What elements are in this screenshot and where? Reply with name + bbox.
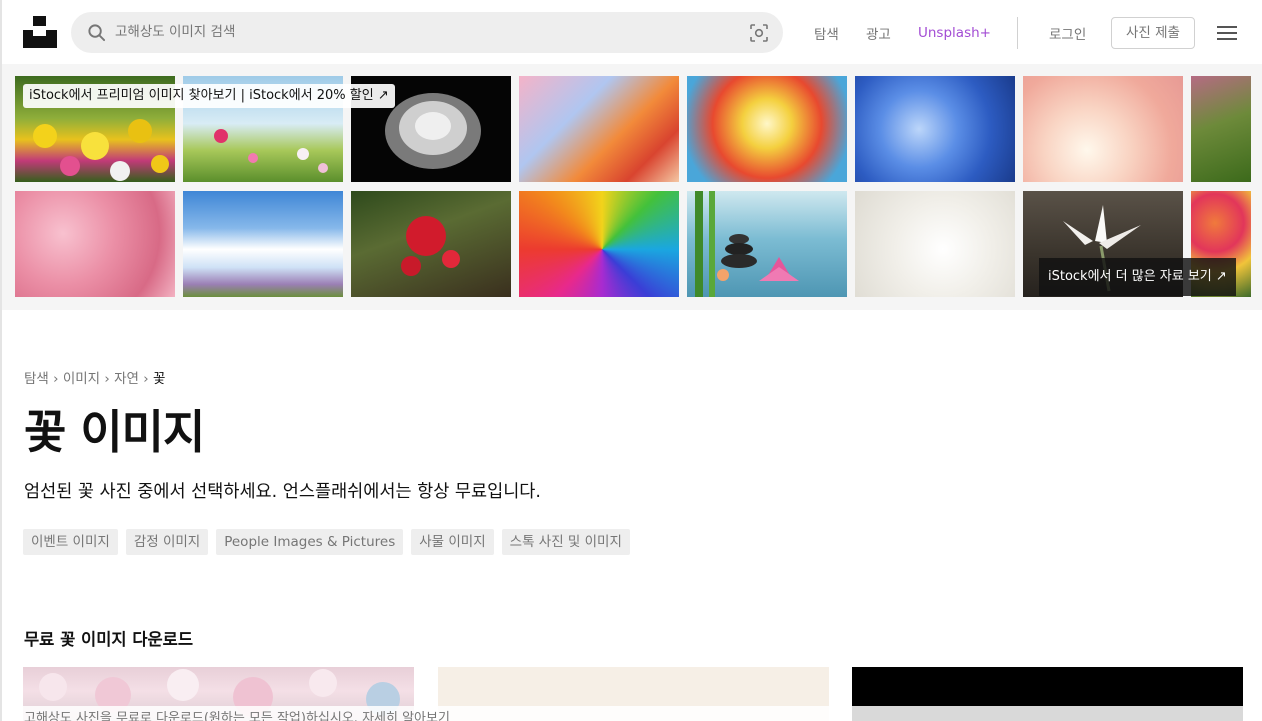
istock-image-tile[interactable] xyxy=(855,191,1015,297)
istock-image-tile[interactable] xyxy=(855,76,1015,182)
nav-advertise-link[interactable]: 광고 xyxy=(866,23,891,43)
istock-image-tile[interactable] xyxy=(351,191,511,297)
nav-unsplash-plus-link[interactable]: Unsplash+ xyxy=(918,25,991,41)
unsplash-logo-icon[interactable] xyxy=(23,16,57,48)
tag-emotion-images[interactable]: 감정 이미지 xyxy=(125,529,209,555)
zen-stones-lotus-image xyxy=(695,191,799,297)
license-note: 고해상도 사진을 무료로 다운로드(원하는 모든 작업)하십시오. 자세히 알아… xyxy=(2,706,1262,721)
top-header: 고해상도 이미지 검색 탐색 광고 Unsplash+ 로그인 사진 제출 xyxy=(2,0,1262,64)
tag-people-images[interactable]: People Images & Pictures xyxy=(216,529,404,555)
breadcrumb-separator: › xyxy=(104,371,110,387)
page-description: 엄선된 꽃 사진 중에서 선택하세요. 언스플래쉬에서는 항상 무료입니다. xyxy=(24,482,541,502)
login-link[interactable]: 로그인 xyxy=(1049,23,1086,43)
search-input[interactable]: 고해상도 이미지 검색 xyxy=(115,12,735,53)
hamburger-menu-icon[interactable] xyxy=(1217,25,1237,41)
breadcrumb-separator: › xyxy=(53,371,59,387)
breadcrumb-item-explore[interactable]: 탐색 xyxy=(24,371,49,387)
istock-more-badge[interactable]: iStock에서 더 많은 자료 보기 ↗ xyxy=(1039,258,1236,296)
istock-image-tile[interactable] xyxy=(1191,76,1251,182)
istock-image-tile[interactable] xyxy=(519,191,679,297)
page: 고해상도 이미지 검색 탐색 광고 Unsplash+ 로그인 사진 제출 iS… xyxy=(0,0,1262,721)
istock-image-tile[interactable] xyxy=(687,76,847,182)
istock-image-tile[interactable] xyxy=(183,191,343,297)
breadcrumb-item-images[interactable]: 이미지 xyxy=(63,371,100,387)
nav-explore-link[interactable]: 탐색 xyxy=(814,23,839,43)
nav-divider xyxy=(1017,17,1018,49)
search-bar[interactable]: 고해상도 이미지 검색 xyxy=(71,12,783,53)
breadcrumb: 탐색 › 이미지 › 자연 › 꽃 xyxy=(24,367,165,387)
breadcrumb-item-flowers: 꽃 xyxy=(152,371,166,387)
section-title: 무료 꽃 이미지 다운로드 xyxy=(24,630,194,649)
istock-image-tile[interactable] xyxy=(687,191,847,297)
breadcrumb-separator: › xyxy=(143,371,149,387)
submit-photo-button[interactable]: 사진 제출 xyxy=(1111,17,1195,49)
tag-object-images[interactable]: 사물 이미지 xyxy=(411,529,494,555)
tag-stock-photos[interactable]: 스톡 사진 및 이미지 xyxy=(501,529,630,555)
istock-image-tile[interactable] xyxy=(1023,76,1183,182)
visual-search-icon[interactable] xyxy=(749,23,769,43)
related-tags: 이벤트 이미지 감정 이미지 People Images & Pictures … xyxy=(23,529,630,555)
istock-banner: iStock에서 프리미엄 이미지 찾아보기 | iStock에서 20% 할인… xyxy=(2,64,1262,310)
istock-promo-badge[interactable]: iStock에서 프리미엄 이미지 찾아보기 | iStock에서 20% 할인… xyxy=(23,84,395,108)
istock-image-tile[interactable] xyxy=(519,76,679,182)
istock-image-tile[interactable] xyxy=(15,191,175,297)
page-title: 꽃 이미지 xyxy=(24,405,205,459)
breadcrumb-item-nature[interactable]: 자연 xyxy=(114,371,139,387)
search-icon[interactable] xyxy=(87,23,106,42)
tag-event-images[interactable]: 이벤트 이미지 xyxy=(23,529,118,555)
red-spider-lily-image xyxy=(401,216,460,276)
